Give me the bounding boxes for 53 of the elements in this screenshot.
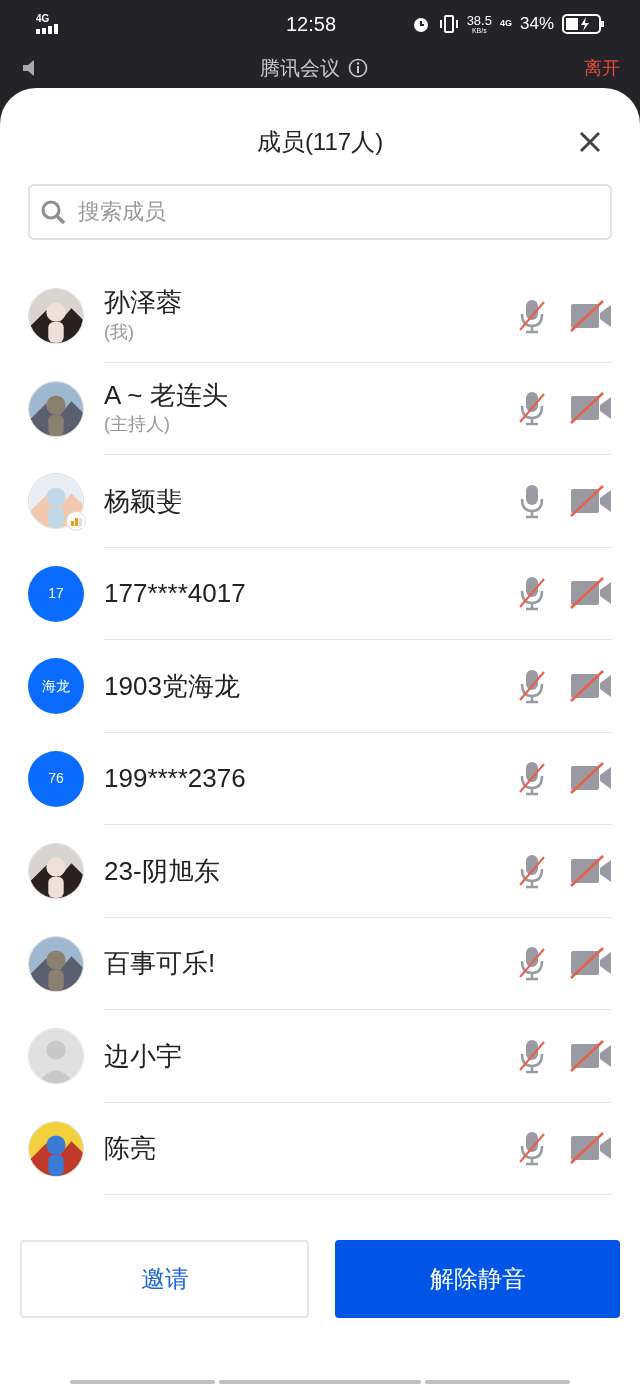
member-role: (我) <box>104 320 135 344</box>
camera-off-icon[interactable] <box>570 669 612 702</box>
camera-off-icon[interactable] <box>570 392 612 425</box>
mic-muted-icon[interactable] <box>518 1037 546 1074</box>
camera-off-icon[interactable] <box>570 577 612 610</box>
mic-muted-icon[interactable] <box>518 760 546 797</box>
vibrate-icon <box>438 14 459 34</box>
search-icon <box>40 199 66 225</box>
member-name: 1903党海龙 <box>104 669 241 702</box>
sheet-title: 成员(117人) <box>256 127 384 157</box>
avatar: 17 <box>28 565 84 622</box>
mic-muted-icon[interactable] <box>518 575 546 612</box>
mic-muted-icon[interactable] <box>518 297 546 334</box>
camera-off-icon[interactable] <box>570 484 612 517</box>
mic-muted-icon[interactable] <box>518 667 546 704</box>
member-name: 杨颖斐 <box>104 484 183 517</box>
camera-off-icon[interactable] <box>570 1132 612 1165</box>
battery-charging-icon <box>562 14 604 34</box>
data-label: 4G <box>499 17 512 31</box>
mic-icon[interactable] <box>518 482 546 519</box>
close-icon[interactable] <box>578 130 602 154</box>
network-label: 4G <box>36 14 50 24</box>
camera-off-icon[interactable] <box>570 762 612 795</box>
member-name: 孙泽蓉 <box>104 286 183 319</box>
member-name: 199****2376 <box>104 762 247 795</box>
camera-off-icon[interactable] <box>570 854 612 887</box>
avatar: 海龙 <box>28 658 84 715</box>
battery-percent: 34% <box>519 13 554 36</box>
camera-off-icon[interactable] <box>570 299 612 332</box>
clock: 12:58 <box>286 12 337 37</box>
search-field[interactable]: 搜索成员 <box>28 184 612 240</box>
member-name: 陈亮 <box>104 1132 157 1165</box>
member-name: 177****4017 <box>104 577 247 610</box>
member-role: (主持人) <box>104 413 171 436</box>
mic-muted-icon[interactable] <box>518 852 546 889</box>
mic-muted-icon[interactable] <box>518 390 546 427</box>
mic-muted-icon[interactable] <box>518 945 546 982</box>
member-name: A ~ 老连头 <box>104 378 229 411</box>
signal-icon <box>36 24 60 34</box>
member-name: 23-阴旭东 <box>104 854 221 887</box>
app-title: 腾讯会议 <box>260 56 340 81</box>
member-name: 百事可乐! <box>104 947 217 980</box>
mic-muted-icon[interactable] <box>518 1130 546 1167</box>
member-name: 边小宇 <box>104 1039 183 1072</box>
avatar: 76 <box>28 750 84 807</box>
unmute-button[interactable]: 解除静音 <box>335 1240 620 1318</box>
avatar-silhouette <box>29 1029 83 1084</box>
info-icon[interactable] <box>348 58 368 78</box>
camera-off-icon[interactable] <box>570 1039 612 1072</box>
leave-button[interactable]: 离开 <box>584 54 620 82</box>
invite-button[interactable]: 邀请 <box>20 1240 309 1318</box>
speed-value: 38.5 <box>466 14 492 27</box>
camera-off-icon[interactable] <box>570 947 612 980</box>
